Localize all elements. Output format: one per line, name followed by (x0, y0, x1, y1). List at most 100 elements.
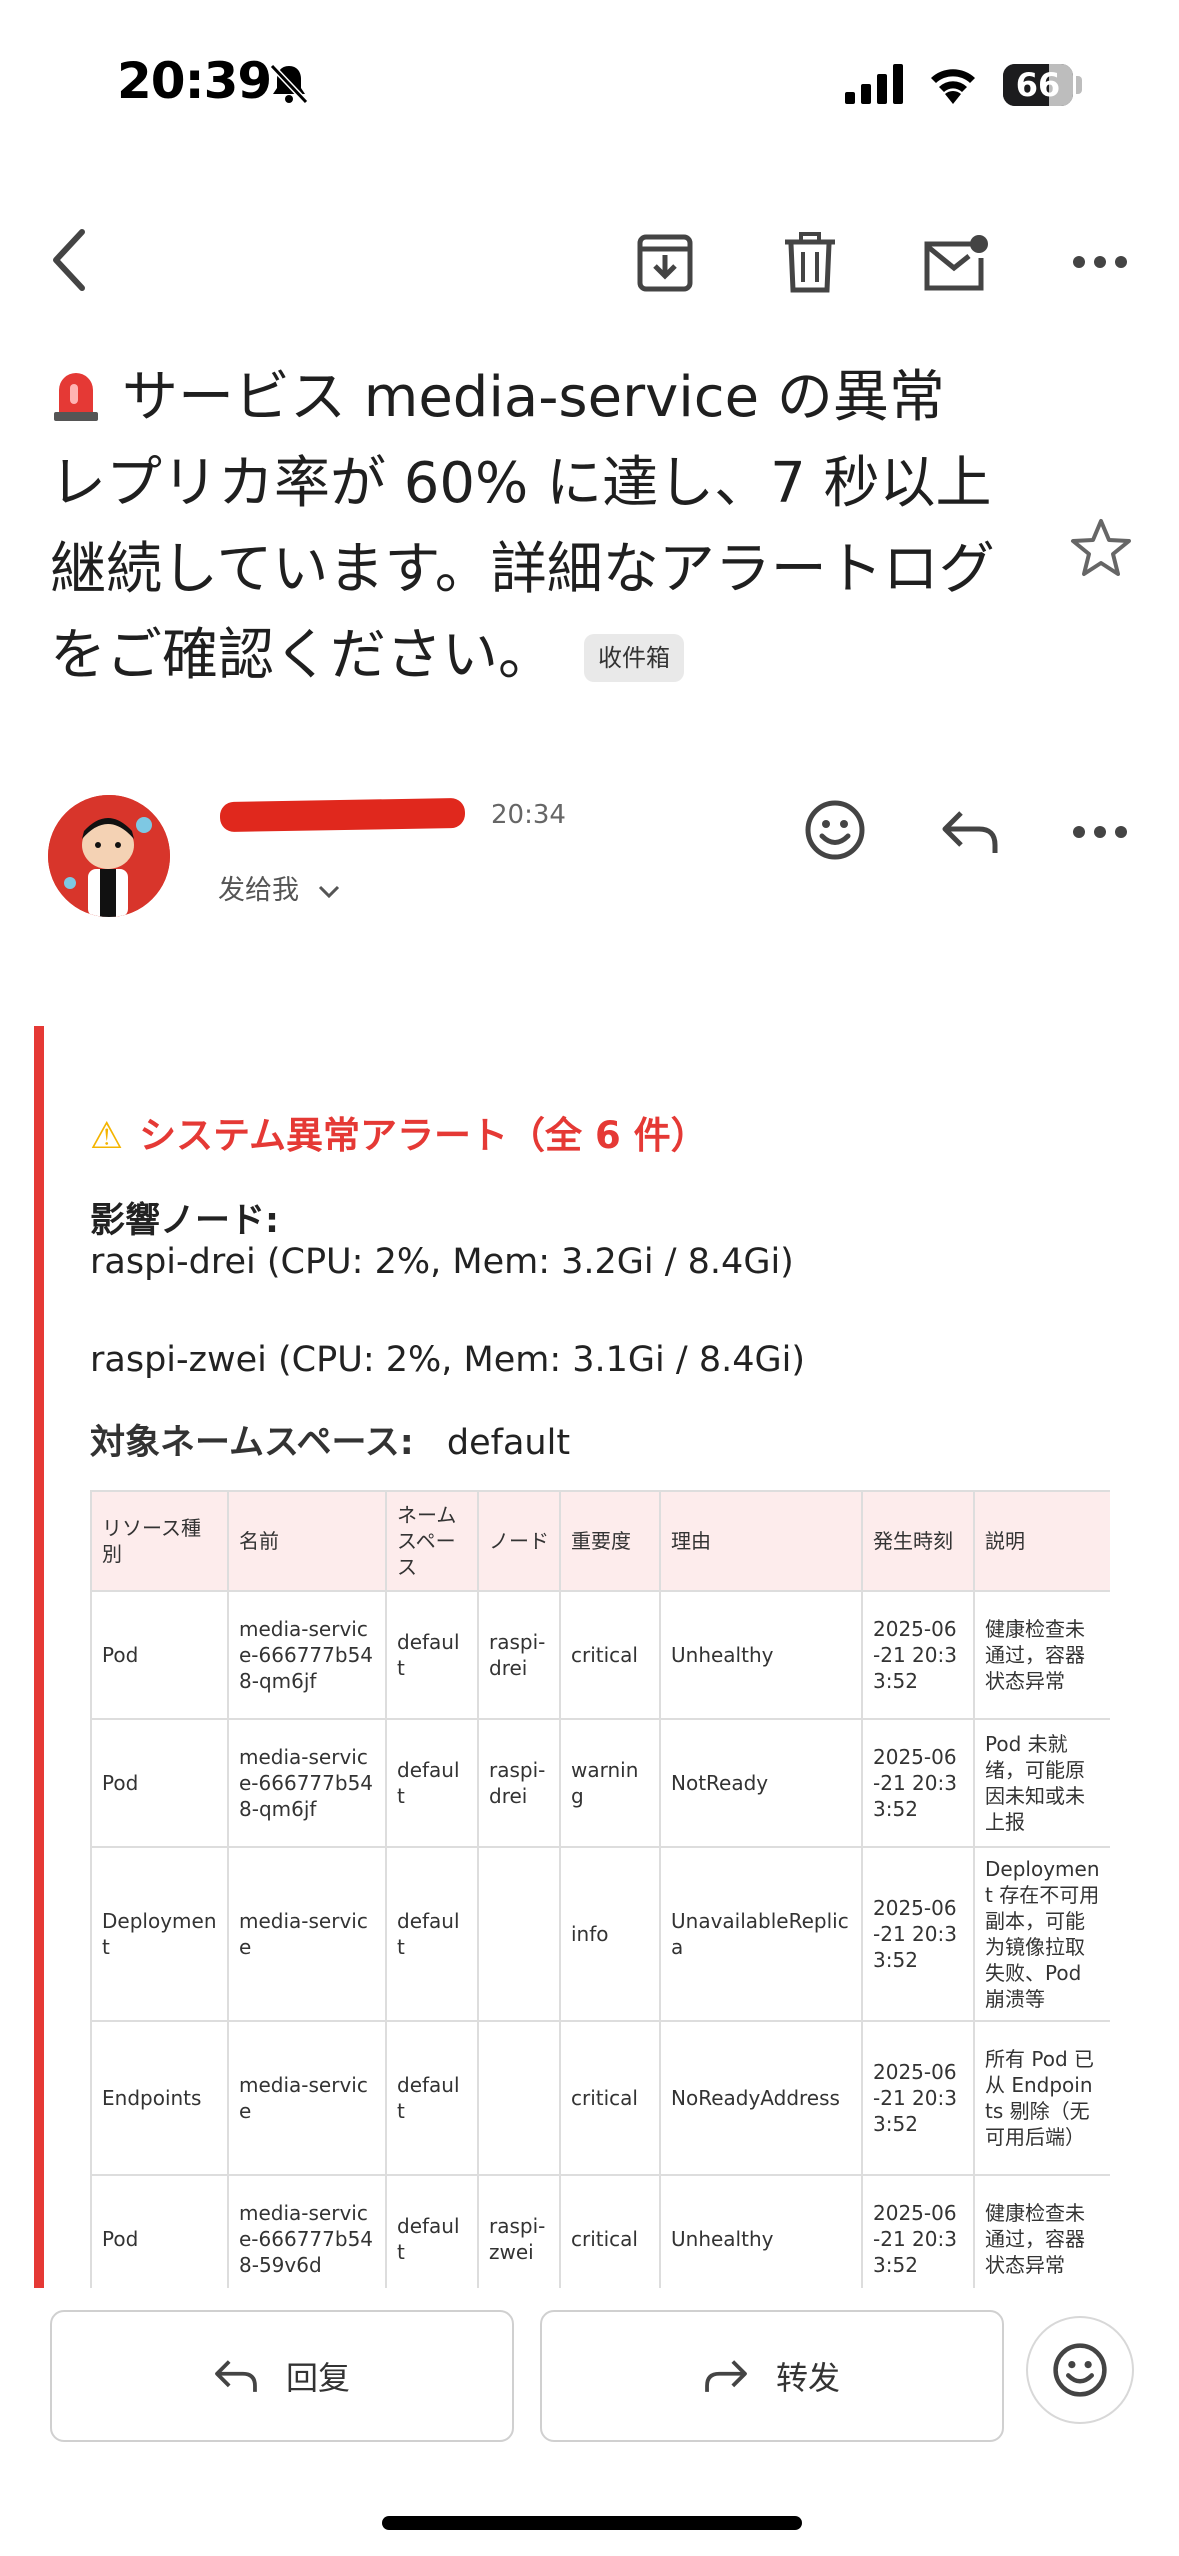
table-cell: raspi-drei (477, 1590, 561, 1720)
forward-icon (705, 2360, 747, 2392)
reply-button[interactable] (935, 800, 1005, 864)
reply-label: 回复 (285, 2359, 350, 2397)
more-icon (1073, 256, 1127, 268)
alert-table-container[interactable]: リソース種別 名前 ネームスペース ノード 重要度 理由 発生時刻 説明 Pod… (90, 1490, 1110, 2290)
archive-button[interactable] (630, 228, 700, 298)
message-more-button[interactable] (1065, 812, 1135, 852)
table-cell: default (385, 1718, 479, 1848)
table-cell: default (385, 1590, 479, 1720)
smiley-icon (805, 800, 865, 860)
recipient-details[interactable]: 发给我 (218, 868, 340, 907)
subject-text: サービス media-service の異常レプリカ率が 60% に達し、7 秒… (50, 365, 995, 688)
table-row: Pod media-service-666777b548-59v6d defau… (90, 2174, 1110, 2290)
table-cell: critical (559, 1590, 661, 1720)
column-header: 発生時刻 (861, 1490, 975, 1592)
status-time: 20:39 (117, 52, 272, 110)
column-header: 重要度 (559, 1490, 661, 1592)
table-cell: default (385, 2020, 479, 2176)
wifi-icon (931, 69, 975, 104)
sent-time: 20:34 (491, 800, 566, 830)
sender-name-redacted (219, 797, 466, 833)
namespace-value: default (446, 1423, 571, 1463)
home-indicator[interactable] (382, 2516, 802, 2530)
table-cell: media-service-666777b548-qm6jf (227, 1590, 387, 1720)
more-button[interactable] (1065, 240, 1135, 284)
folder-chip[interactable]: 收件箱 (584, 634, 684, 682)
delete-button[interactable] (775, 228, 845, 298)
column-header: 理由 (659, 1490, 863, 1592)
email-subject: サービス media-service の異常レプリカ率が 60% に達し、7 秒… (50, 355, 1000, 699)
table-cell: media-service-666777b548-qm6jf (227, 1718, 387, 1848)
star-button[interactable] (1070, 518, 1132, 582)
table-cell: UnavailableReplica (659, 1846, 863, 2022)
table-cell: 健康检查未通过，容器状态异常 (973, 1590, 1110, 1720)
column-header: 説明 (973, 1490, 1110, 1592)
reply-action-button[interactable]: 回复 (50, 2310, 514, 2442)
table-cell: media-service (227, 1846, 387, 2022)
mark-unread-icon (924, 235, 988, 291)
alert-title-text: システム異常アラート（全 6 件） (139, 1114, 708, 1157)
table-cell: critical (559, 2174, 661, 2290)
recipient-label: 发给我 (218, 875, 299, 906)
react-button[interactable] (800, 795, 870, 865)
table-cell: media-service-666777b548-59v6d (227, 2174, 387, 2290)
table-cell: 2025-06-21 20:33:52 (861, 1846, 975, 2022)
table-row: Endpoints media-service default critical… (90, 2020, 1110, 2176)
table-cell: raspi-zwei (477, 2174, 561, 2290)
table-cell: Deployment (90, 1846, 229, 2022)
namespace-label: 対象ネームスペース: (90, 1423, 414, 1463)
table-cell: 2025-06-21 20:33:52 (861, 2174, 975, 2290)
table-cell: 所有 Pod 已从 Endpoints 剔除（无可用后端） (973, 2020, 1110, 2176)
back-button[interactable] (38, 225, 98, 295)
siren-icon (54, 373, 98, 421)
battery-icon: 66 (1003, 64, 1073, 106)
column-header: リソース種別 (90, 1490, 229, 1592)
table-cell: media-service (227, 2020, 387, 2176)
alert-table: リソース種別 名前 ネームスペース ノード 重要度 理由 発生時刻 説明 Pod… (90, 1490, 1110, 2290)
table-cell: warning (559, 1718, 661, 1848)
table-cell: Deployment 存在不可用副本，可能为镜像拉取失败、Pod 崩溃等 (973, 1846, 1110, 2022)
table-cell: 2025-06-21 20:33:52 (861, 1590, 975, 1720)
table-header-row: リソース種別 名前 ネームスペース ノード 重要度 理由 発生時刻 説明 (90, 1490, 1110, 1592)
table-cell: default (385, 2174, 479, 2290)
warning-icon: ⚠ (90, 1114, 124, 1157)
cellular-signal-icon (845, 64, 903, 104)
bell-off-icon (269, 63, 309, 105)
more-icon (1073, 826, 1127, 838)
reply-icon (942, 811, 998, 853)
nodes-label: 影響ノード: (90, 1201, 279, 1241)
avatar[interactable] (48, 795, 170, 917)
back-arrow-icon (53, 229, 85, 291)
smiley-icon (1053, 2343, 1107, 2397)
table-row: Deployment media-service default info Un… (90, 1846, 1110, 2022)
star-icon (1071, 519, 1131, 576)
table-cell: info (559, 1846, 661, 2022)
table-cell: Endpoints (90, 2020, 229, 2176)
table-cell (477, 2020, 561, 2176)
column-header: ネームスペース (385, 1490, 479, 1592)
chevron-down-icon (318, 885, 339, 899)
table-cell: Pod (90, 1590, 229, 1720)
table-cell: 2025-06-21 20:33:52 (861, 1718, 975, 1848)
table-cell: raspi-drei (477, 1718, 561, 1848)
table-cell (477, 1846, 561, 2022)
emoji-reaction-button[interactable] (1026, 2316, 1134, 2424)
table-cell: 2025-06-21 20:33:52 (861, 2020, 975, 2176)
trash-icon (785, 232, 835, 293)
battery-tip (1076, 76, 1082, 94)
alert-accent-bar (34, 1026, 44, 2288)
battery-percentage: 66 (1015, 66, 1061, 104)
table-cell: NoReadyAddress (659, 2020, 863, 2176)
node-line-1: raspi-drei (CPU: 2%, Mem: 3.2Gi / 8.4Gi) (90, 1242, 794, 1282)
table-cell: Unhealthy (659, 1590, 863, 1720)
table-cell: default (385, 1846, 479, 2022)
alert-title: ⚠ システム異常アラート（全 6 件） (90, 1105, 708, 1159)
node-line-2: raspi-zwei (CPU: 2%, Mem: 3.1Gi / 8.4Gi) (90, 1340, 805, 1380)
forward-label: 转发 (775, 2359, 840, 2397)
forward-action-button[interactable]: 转发 (540, 2310, 1004, 2442)
archive-icon (637, 234, 693, 292)
table-cell: NotReady (659, 1718, 863, 1848)
namespace-row: 対象ネームスペース: default (90, 1414, 570, 1465)
mark-unread-button[interactable] (915, 228, 995, 298)
table-cell: critical (559, 2020, 661, 2176)
